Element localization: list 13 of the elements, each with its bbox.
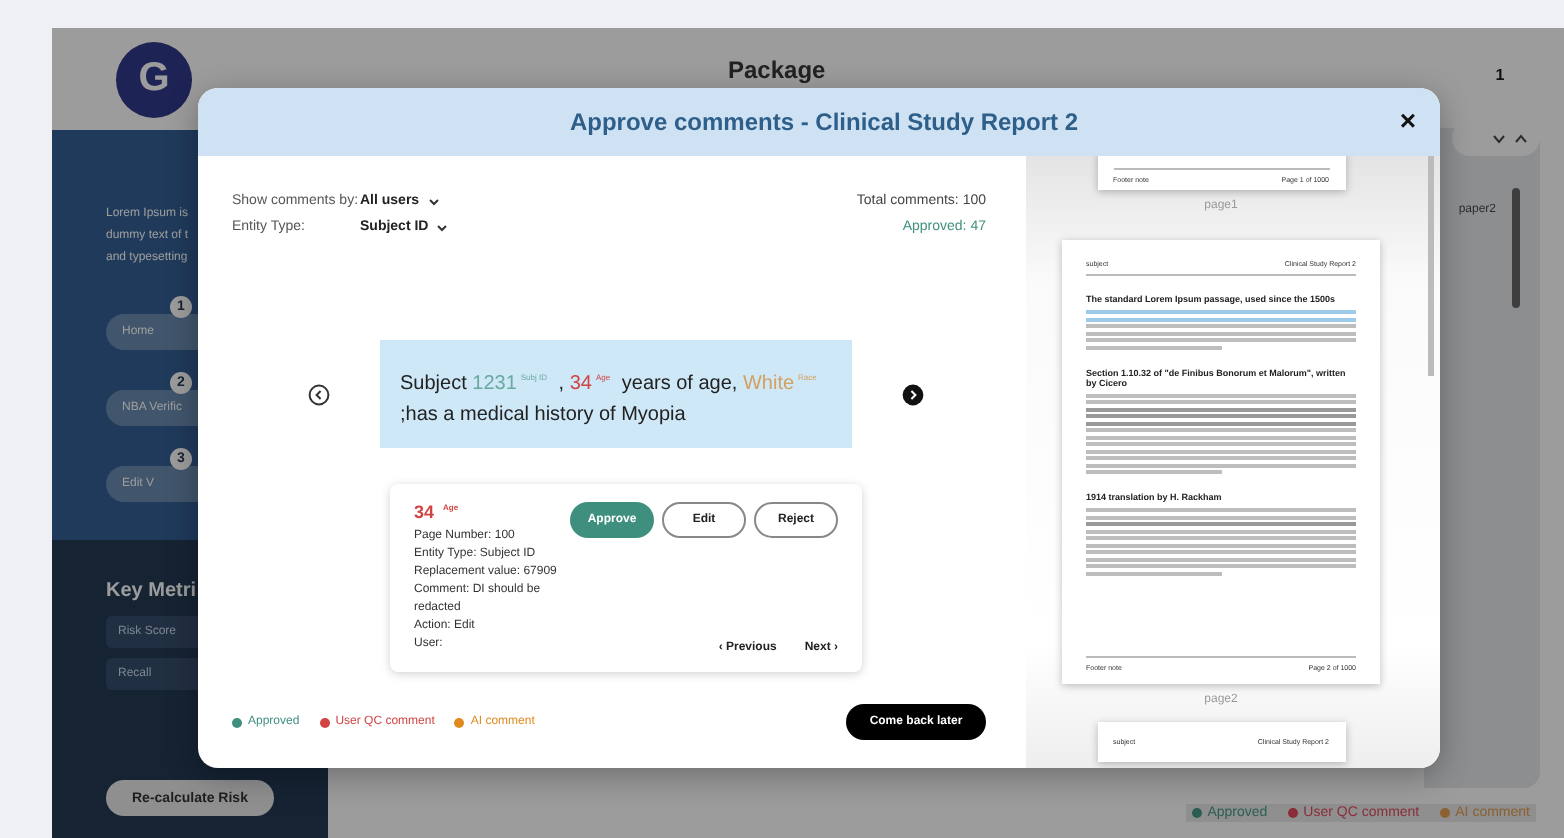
dialog-title: Approve comments - Clinical Study Report 2	[567, 108, 1081, 136]
chevron-down-icon[interactable]	[1492, 133, 1506, 143]
chevron-up-icon[interactable]	[1514, 133, 1528, 143]
scrollbar[interactable]	[1512, 188, 1520, 308]
section-title: Key Metri	[106, 580, 199, 602]
page-title: Package	[728, 56, 826, 84]
caret-icon	[436, 223, 449, 231]
logo: G	[116, 41, 192, 117]
scrollbar[interactable]	[1428, 156, 1434, 376]
close-button[interactable]: ×	[1399, 106, 1416, 134]
previous-icon[interactable]	[308, 383, 330, 405]
caret-icon	[427, 197, 440, 205]
next-icon[interactable]	[902, 383, 924, 405]
